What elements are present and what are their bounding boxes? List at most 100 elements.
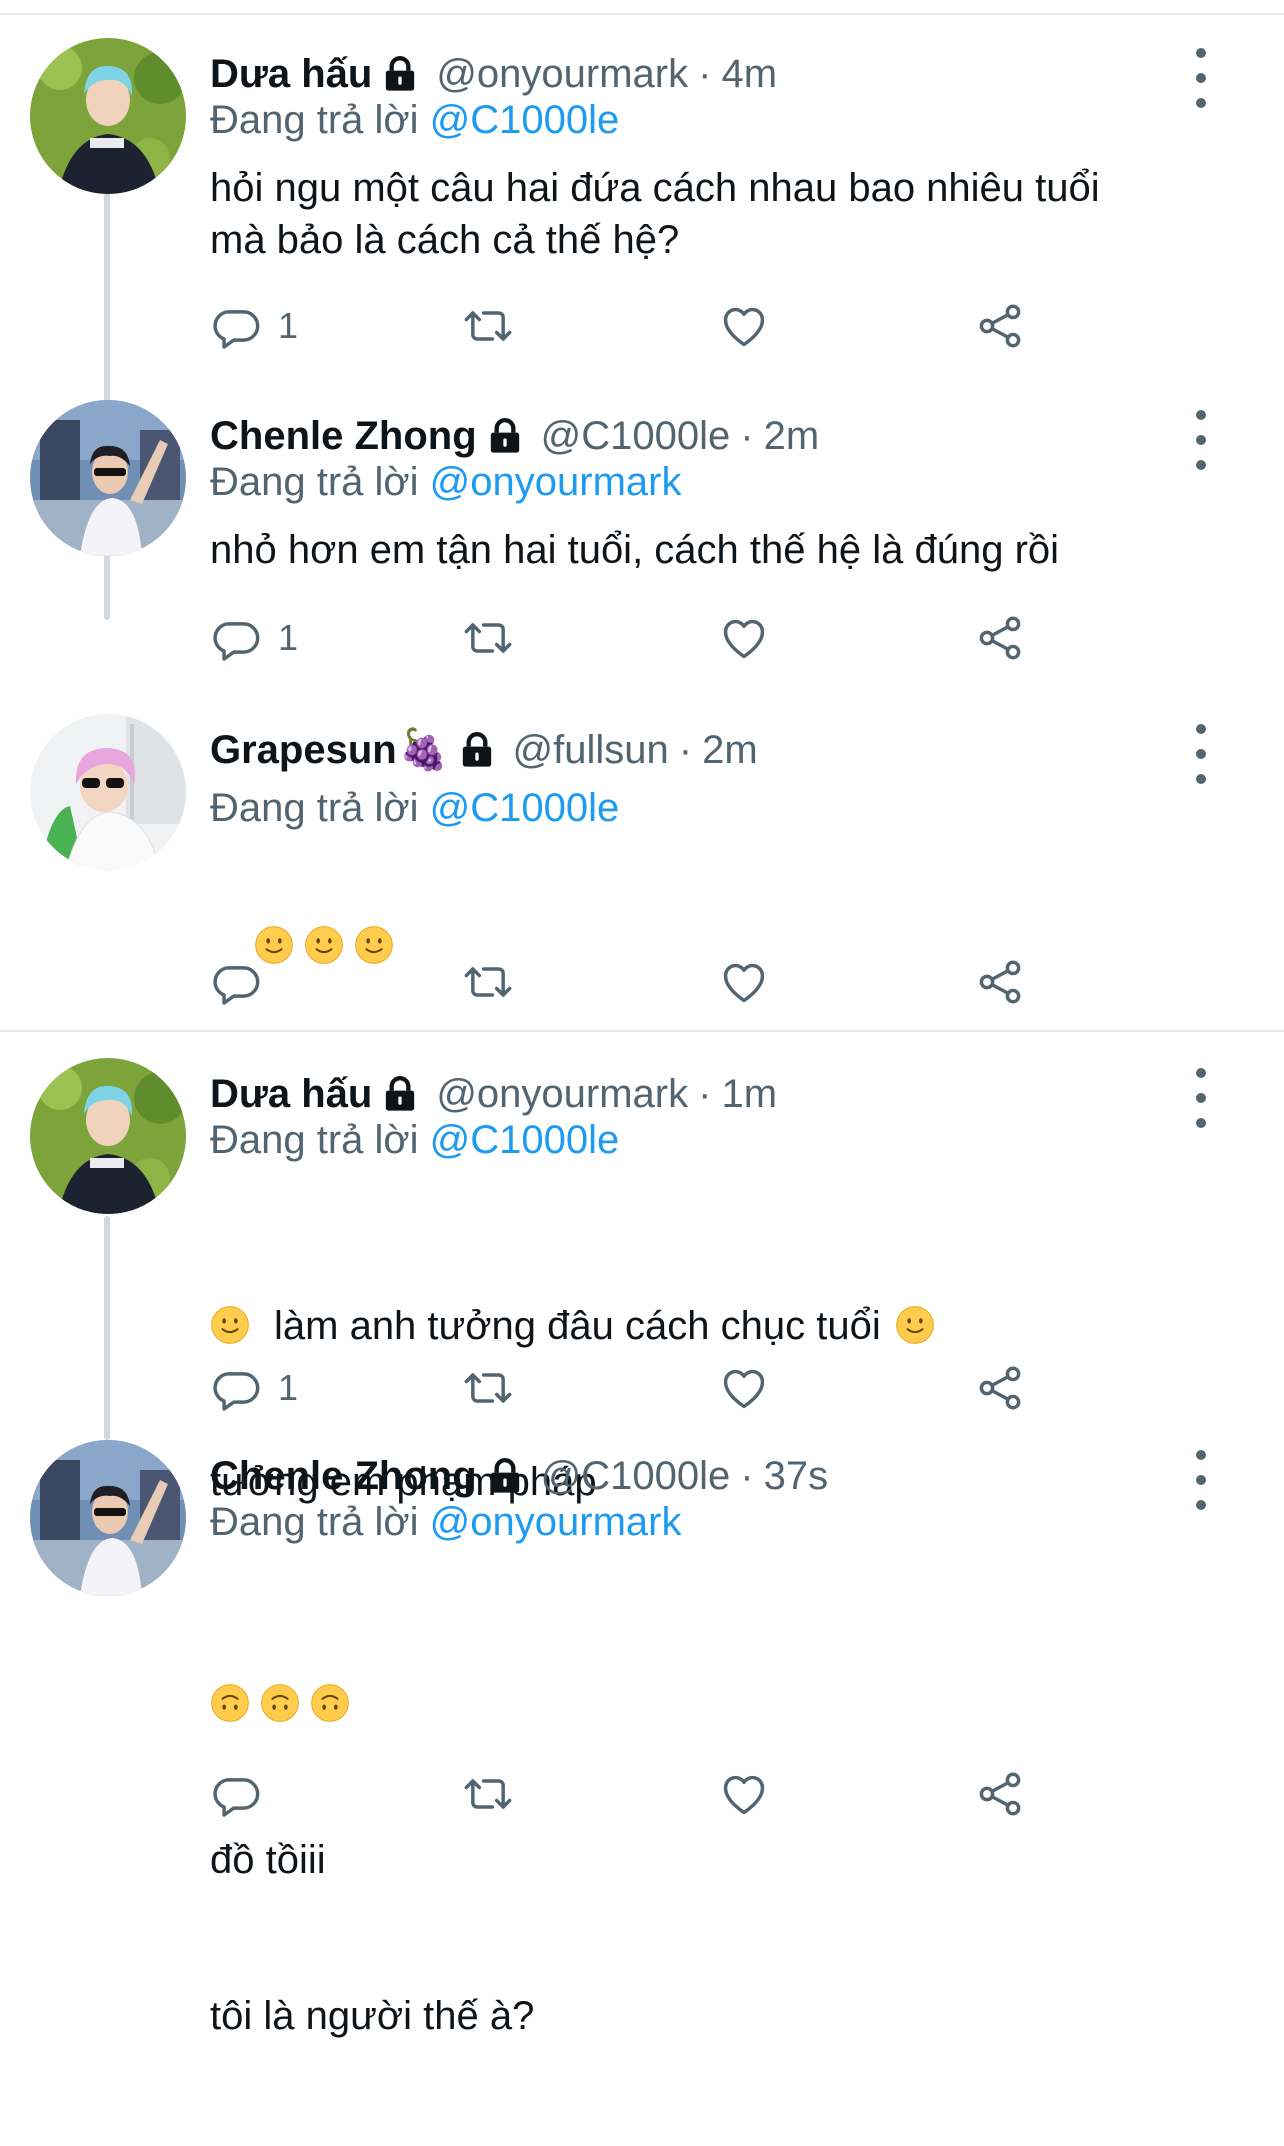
retweet-button[interactable] <box>462 1360 514 1416</box>
reply-button[interactable] <box>210 954 262 1010</box>
more-icon[interactable] <box>1186 1068 1216 1128</box>
reply-button[interactable]: 1 <box>210 610 298 666</box>
action-bar <box>210 1766 1060 1822</box>
reply-icon <box>210 300 262 352</box>
retweet-button[interactable] <box>462 298 514 354</box>
mention-link[interactable]: @C1000le <box>430 786 620 830</box>
tweet-header: Grapesun 🍇 @fullsun · 2m <box>210 726 758 774</box>
action-bar: 1 <box>210 298 1060 354</box>
heart-icon <box>718 612 770 664</box>
heart-icon <box>718 300 770 352</box>
share-button[interactable] <box>974 610 1026 666</box>
lock-icon <box>380 54 420 94</box>
separator-dot: · <box>698 1072 712 1116</box>
display-name[interactable]: Chenle Zhong <box>210 412 477 460</box>
share-icon <box>974 1362 1026 1414</box>
upside-down-emoji <box>260 1683 300 1723</box>
retweet-icon <box>462 1768 514 1820</box>
display-name[interactable]: Dưa hấu <box>210 50 372 98</box>
timestamp[interactable]: 4m <box>721 50 777 98</box>
username[interactable]: @C1000le <box>541 412 731 460</box>
tweet-text: nhỏ hơn em tận hai tuổi, cách thế hệ là … <box>210 528 1060 572</box>
retweet-button[interactable] <box>462 1766 514 1822</box>
avatar[interactable] <box>30 1058 186 1214</box>
thread-line <box>104 1216 110 1440</box>
share-icon <box>974 300 1026 352</box>
username[interactable]: @fullsun <box>513 726 669 774</box>
display-name[interactable]: Dưa hấu <box>210 1070 372 1118</box>
timestamp[interactable]: 37s <box>764 1452 829 1500</box>
slight-smile-emoji <box>210 1305 250 1345</box>
tweet-line: làm anh tưởng đâu cách chục tuổi <box>274 1304 881 1348</box>
replying-to: Đang trả lời @C1000le <box>210 784 619 832</box>
more-icon[interactable] <box>1186 1450 1216 1510</box>
reply-button[interactable]: 1 <box>210 298 298 354</box>
avatar[interactable] <box>30 714 186 870</box>
replying-label: Đang trả lời <box>210 1500 419 1544</box>
retweet-button[interactable] <box>462 610 514 666</box>
avatar[interactable] <box>30 1440 186 1596</box>
retweet-icon <box>462 300 514 352</box>
heart-icon <box>718 956 770 1008</box>
grape-emoji: 🍇 <box>398 728 449 772</box>
action-bar: 1 <box>210 610 1060 666</box>
reply-icon <box>210 612 262 664</box>
tweet-text: 🙃 🙃 🙃 đồ tồiii tôi là người thế à? <box>210 1574 1210 2146</box>
username[interactable]: @onyourmark <box>436 50 688 98</box>
tweet-text: hỏi ngu một câu hai đứa cách nhau bao nh… <box>210 166 1100 262</box>
separator-dot: · <box>740 1454 754 1498</box>
more-icon[interactable] <box>1186 48 1216 108</box>
like-button[interactable] <box>718 1766 770 1822</box>
replying-label: Đang trả lời <box>210 460 419 504</box>
like-button[interactable] <box>718 610 770 666</box>
mention-link[interactable]: @C1000le <box>430 98 620 142</box>
avatar[interactable] <box>30 38 186 194</box>
share-button[interactable] <box>974 298 1026 354</box>
upside-down-emoji <box>310 1683 350 1723</box>
reply-button[interactable]: 1 <box>210 1360 298 1416</box>
retweet-icon <box>462 612 514 664</box>
retweet-button[interactable] <box>462 954 514 1010</box>
lock-icon <box>485 1456 525 1496</box>
avatar[interactable] <box>30 400 186 556</box>
replying-to: Đang trả lời @C1000le <box>210 96 619 144</box>
tweet-header: Chenle Zhong @C1000le · 37s <box>210 1452 828 1500</box>
lock-icon <box>457 730 497 770</box>
mention-link[interactable]: @onyourmark <box>430 1500 682 1544</box>
separator-dot: · <box>740 414 754 458</box>
display-name[interactable]: Grapesun <box>210 726 397 774</box>
separator-dot: · <box>698 52 712 96</box>
share-button[interactable] <box>974 954 1026 1010</box>
tweet-line: tôi là người thế à? <box>210 1994 535 2038</box>
tweet-header: Chenle Zhong @C1000le · 2m <box>210 412 819 460</box>
timestamp[interactable]: 2m <box>702 726 758 774</box>
share-button[interactable] <box>974 1360 1026 1416</box>
replying-to: Đang trả lời @onyourmark <box>210 1498 681 1546</box>
username[interactable]: @onyourmark <box>436 1070 688 1118</box>
mention-link[interactable]: @onyourmark <box>430 460 682 504</box>
timestamp[interactable]: 2m <box>764 412 820 460</box>
share-icon <box>974 956 1026 1008</box>
reply-icon <box>210 1362 262 1414</box>
reply-count: 1 <box>278 1367 299 1408</box>
timestamp[interactable]: 1m <box>721 1070 777 1118</box>
mention-link[interactable]: @C1000le <box>430 1118 620 1162</box>
lock-icon <box>485 416 525 456</box>
reply-count: 1 <box>278 305 299 346</box>
share-button[interactable] <box>974 1766 1026 1822</box>
like-button[interactable] <box>718 954 770 1010</box>
more-icon[interactable] <box>1186 724 1216 784</box>
lock-icon <box>380 1074 420 1114</box>
tweet-header: Dưa hấu @onyourmark · 4m <box>210 50 777 98</box>
reply-button[interactable] <box>210 1766 262 1822</box>
like-button[interactable] <box>718 298 770 354</box>
display-name[interactable]: Chenle Zhong <box>210 1452 477 1500</box>
share-icon <box>974 1768 1026 1820</box>
more-icon[interactable] <box>1186 410 1216 470</box>
username[interactable]: @C1000le <box>541 1452 731 1500</box>
tweet-line: đồ tồiii <box>210 1838 326 1882</box>
replying-label: Đang trả lời <box>210 1118 419 1162</box>
like-button[interactable] <box>718 1360 770 1416</box>
retweet-icon <box>462 956 514 1008</box>
action-bar: 1 <box>210 1360 1060 1416</box>
